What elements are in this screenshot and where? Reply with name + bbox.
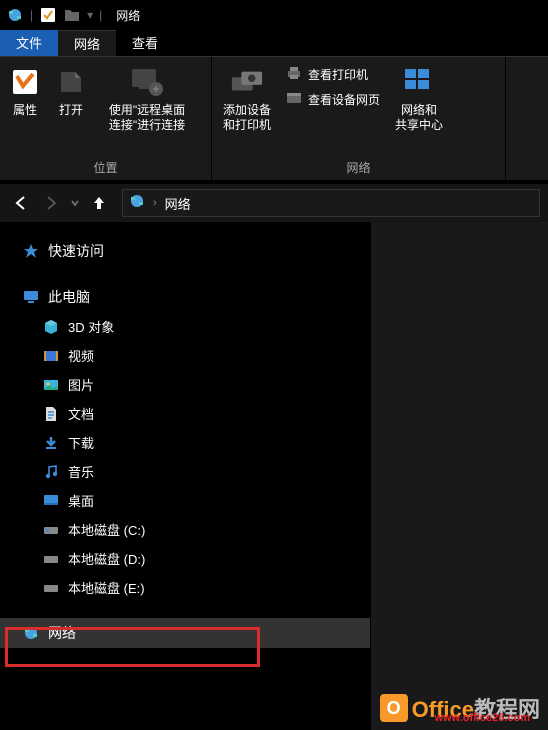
network-icon	[129, 193, 145, 214]
menu-view[interactable]: 查看	[116, 30, 174, 56]
address-bar[interactable]: › 网络	[122, 189, 540, 217]
ribbon-group-location-label: 位置	[2, 157, 209, 178]
music-icon	[42, 463, 60, 481]
tree-disk-e-label: 本地磁盘 (E:)	[68, 578, 145, 597]
tree-videos-label: 视频	[68, 346, 94, 365]
divider: |	[99, 8, 102, 22]
tree-downloads-label: 下载	[68, 433, 94, 452]
nav-back-button[interactable]	[8, 190, 34, 216]
watermark-icon: O	[380, 694, 408, 722]
view-device-webpage-label: 查看设备网页	[308, 91, 380, 108]
tree-disk-c[interactable]: 本地磁盘 (C:)	[0, 515, 370, 544]
rdc-button[interactable]: 使用"远程桌面 连接"进行连接	[94, 61, 200, 137]
breadcrumb-network[interactable]: 网络	[165, 194, 191, 213]
this-pc-icon	[22, 288, 40, 306]
folder-icon[interactable]	[63, 6, 81, 24]
documents-icon	[42, 405, 60, 423]
tree-videos[interactable]: 视频	[0, 341, 370, 370]
nav-forward-button[interactable]	[38, 190, 64, 216]
tree-music[interactable]: 音乐	[0, 457, 370, 486]
rdc-icon	[130, 65, 164, 99]
dropdown-icon[interactable]: ▾	[87, 8, 93, 22]
checkbox-icon[interactable]	[39, 6, 57, 24]
ribbon: 属性 打开 使用"远程桌面 连接"进行连接 位置 添	[0, 56, 548, 180]
network-sharing-center-button[interactable]: 网络和 共享中心	[386, 61, 452, 137]
quick-access-icon	[22, 242, 40, 260]
tree-desktop-label: 桌面	[68, 491, 94, 510]
disk-c-icon	[42, 521, 60, 539]
content-area: 快速访问 此电脑 3D 对象 视频 图片	[0, 222, 548, 730]
navbar: › 网络	[0, 184, 548, 222]
tree-this-pc[interactable]: 此电脑	[0, 282, 370, 312]
view-printer-label: 查看打印机	[308, 66, 368, 83]
titlebar: | ▾ | 网络	[0, 0, 548, 30]
objects3d-icon	[42, 318, 60, 336]
network-sharing-label: 网络和 共享中心	[395, 103, 443, 133]
ribbon-group-network-label: 网络	[214, 157, 503, 178]
divider: |	[30, 8, 33, 22]
nav-history-dropdown[interactable]	[68, 190, 82, 216]
tree-network[interactable]: 网络	[0, 618, 370, 648]
tree-network-label: 网络	[48, 623, 76, 643]
tree-pictures-label: 图片	[68, 375, 94, 394]
tree-downloads[interactable]: 下载	[0, 428, 370, 457]
tree-this-pc-label: 此电脑	[48, 287, 90, 307]
rdc-label: 使用"远程桌面 连接"进行连接	[109, 103, 185, 133]
device-webpage-icon	[286, 90, 302, 109]
open-button[interactable]: 打开	[48, 61, 94, 122]
tree-pictures[interactable]: 图片	[0, 370, 370, 399]
nav-tree: 快速访问 此电脑 3D 对象 视频 图片	[0, 222, 370, 730]
watermark: O Office教程网 www.office26.com	[380, 692, 540, 724]
tree-music-label: 音乐	[68, 462, 94, 481]
videos-icon	[42, 347, 60, 365]
tree-documents-label: 文档	[68, 404, 94, 423]
network-icon	[6, 6, 24, 24]
properties-label: 属性	[13, 103, 37, 118]
network-sharing-icon	[402, 65, 436, 99]
view-printer-button[interactable]: 查看打印机	[280, 63, 386, 86]
view-device-webpage-button[interactable]: 查看设备网页	[280, 88, 386, 111]
printer-icon	[286, 65, 302, 84]
tree-quick-access[interactable]: 快速访问	[0, 236, 370, 266]
disk-e-icon	[42, 579, 60, 597]
properties-icon	[8, 65, 42, 99]
add-devices-icon	[230, 65, 264, 99]
nav-up-button[interactable]	[86, 190, 112, 216]
tree-3d-objects-label: 3D 对象	[68, 317, 114, 336]
tree-disk-d-label: 本地磁盘 (D:)	[68, 549, 145, 568]
tree-disk-e[interactable]: 本地磁盘 (E:)	[0, 573, 370, 602]
tree-desktop[interactable]: 桌面	[0, 486, 370, 515]
breadcrumb-sep: ›	[153, 197, 157, 209]
ribbon-group-location: 属性 打开 使用"远程桌面 连接"进行连接 位置	[0, 57, 212, 180]
watermark-url: www.office26.com	[434, 712, 530, 724]
pictures-icon	[42, 376, 60, 394]
add-devices-label: 添加设备 和打印机	[223, 103, 271, 133]
tree-documents[interactable]: 文档	[0, 399, 370, 428]
content-pane[interactable]	[370, 222, 548, 730]
window-title: 网络	[116, 7, 140, 24]
downloads-icon	[42, 434, 60, 452]
menu-network[interactable]: 网络	[58, 30, 116, 56]
disk-d-icon	[42, 550, 60, 568]
menu-file[interactable]: 文件	[0, 30, 58, 56]
desktop-icon	[42, 492, 60, 510]
ribbon-group-network: 添加设备 和打印机 查看打印机 查看设备网页	[212, 57, 506, 180]
open-label: 打开	[59, 103, 83, 118]
tree-disk-d[interactable]: 本地磁盘 (D:)	[0, 544, 370, 573]
menubar: 文件 网络 查看	[0, 30, 548, 56]
add-devices-button[interactable]: 添加设备 和打印机	[214, 61, 280, 137]
tree-quick-access-label: 快速访问	[48, 241, 104, 261]
tree-disk-c-label: 本地磁盘 (C:)	[68, 520, 145, 539]
open-icon	[54, 65, 88, 99]
network-tree-icon	[22, 624, 40, 642]
properties-button[interactable]: 属性	[2, 61, 48, 122]
tree-3d-objects[interactable]: 3D 对象	[0, 312, 370, 341]
